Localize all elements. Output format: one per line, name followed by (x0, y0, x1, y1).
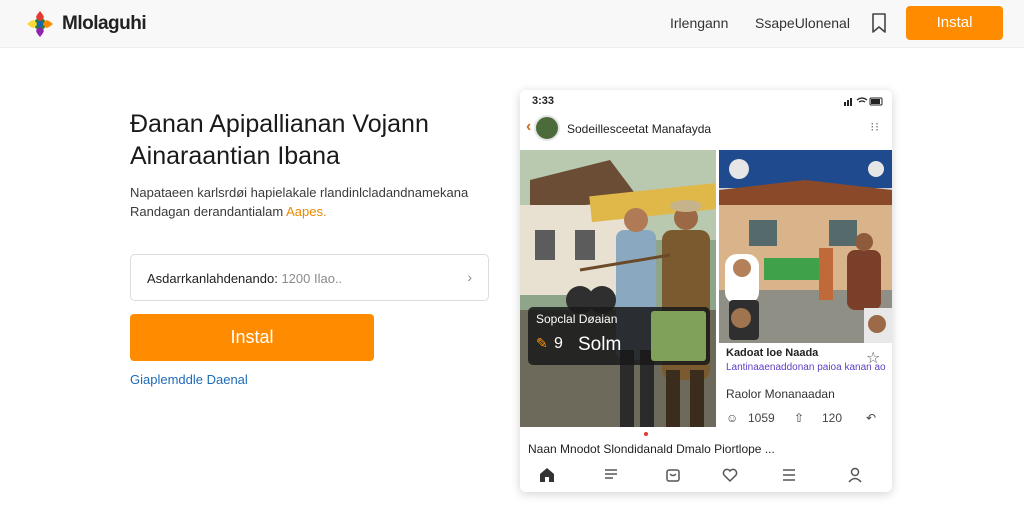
live-card[interactable]: Sopclal Døaian ✎ 9 Solm (528, 307, 710, 365)
side-photo[interactable] (719, 150, 892, 343)
menu-icon[interactable] (780, 466, 798, 484)
page-headline: Ðanan Apipallianan Vojann Ainaraantian I… (130, 110, 429, 170)
back-icon[interactable]: ‹ (526, 118, 531, 136)
top-header: Mlolaguhi Irlengann SsapeUlonenal Instal (0, 0, 1024, 48)
profile-icon[interactable] (846, 466, 864, 484)
phone-mockup: 3:33 ‹ Sodeillesceetat Manafayda ⁝⁝ Sopc… (520, 90, 892, 492)
brand-name[interactable]: Mlolaguhi (62, 13, 147, 35)
live-thumbnail[interactable] (651, 311, 706, 361)
hero-description-link[interactable]: Aapes. (286, 204, 326, 219)
heart-icon[interactable] (721, 466, 739, 484)
install-button-main[interactable]: Instal (130, 314, 374, 361)
logo-icon[interactable] (24, 8, 56, 40)
home-icon[interactable] (538, 466, 556, 484)
search-text: Asdarrkanlahdenando: 1200 Ilao.. (147, 271, 342, 286)
install-button-header[interactable]: Instal (906, 6, 1003, 40)
pencil-icon: ✎ (536, 335, 548, 351)
bag-icon[interactable] (664, 466, 682, 484)
chat-avatar[interactable] (534, 115, 560, 141)
chat-header: ‹ Sodeillesceetat Manafayda ⁝⁝ (520, 112, 892, 148)
secondary-link[interactable]: Giaplemddle Daenal (130, 372, 248, 387)
bookmark-icon[interactable] (869, 12, 889, 34)
status-time: 3:33 (532, 95, 555, 107)
search-input[interactable]: Asdarrkanlahdenando: 1200 Ilao.. › (130, 254, 489, 301)
side-heading: Kadoat loe Naada (726, 347, 819, 359)
likes-count: 1059 (748, 411, 775, 425)
star-icon[interactable]: ☆ (866, 348, 880, 368)
side-subheading[interactable]: Lantinaaenaddonan paioa kanan ao (726, 362, 886, 373)
live-title: Sopclal Døaian (536, 312, 618, 326)
reply-icon[interactable]: ↶ (866, 411, 876, 425)
tab-bar (520, 460, 892, 492)
shares-count: 120 (822, 411, 843, 425)
main-photo[interactable] (520, 150, 716, 427)
more-icon[interactable]: ⁝⁝ (870, 120, 880, 134)
live-count: 9 (554, 335, 563, 352)
nav-link-2[interactable]: SsapeUlonenal (755, 15, 850, 31)
live-name: Solm (578, 334, 622, 355)
search-label: Asdarrkanlahdenando: (147, 271, 278, 286)
hero-description: Napataeen karlsrdøi hapielakale rlandinl… (130, 183, 500, 221)
post-caption: Naan Mnodot Slondidanald Dmalo Piortlope… (528, 442, 775, 456)
share-icon[interactable]: ⇧ (794, 411, 804, 425)
chevron-right-icon[interactable]: › (467, 269, 472, 285)
post-actions: ☺ 1059 ⇧ 120 ↶ (726, 410, 886, 428)
nav-link-1[interactable]: Irlengann (670, 15, 728, 31)
chat-title: Sodeillesceetat Manafayda (567, 122, 712, 136)
search-value: 1200 Ilao.. (281, 271, 343, 286)
comment-icon[interactable]: ☺ (726, 411, 738, 425)
side-line: Raolor Monanaadan (726, 387, 835, 401)
indicator-dot (644, 432, 648, 436)
list-icon[interactable] (602, 466, 620, 484)
status-icons (844, 97, 883, 106)
